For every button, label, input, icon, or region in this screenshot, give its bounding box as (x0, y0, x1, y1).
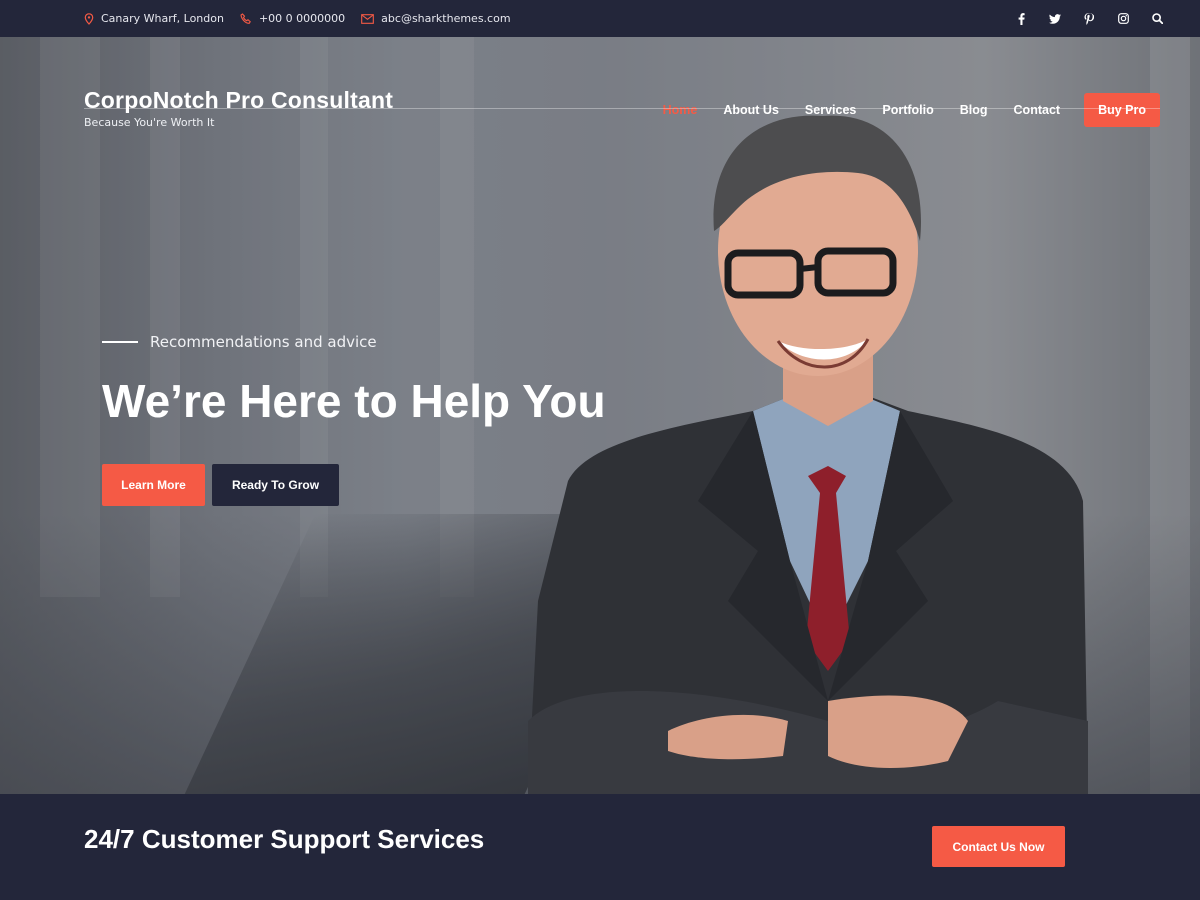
instagram-icon[interactable] (1116, 12, 1130, 26)
email-info[interactable]: abc@sharkthemes.com (361, 12, 511, 25)
phone-text: +00 0 0000000 (258, 12, 346, 25)
site-tagline: Because You're Worth It (84, 116, 215, 129)
facebook-icon[interactable] (1014, 12, 1028, 26)
nav-item-contact[interactable]: Contact (1014, 103, 1061, 117)
location-info: Canary Wharf, London (84, 12, 224, 25)
ready-to-grow-button[interactable]: Ready To Grow (212, 464, 339, 506)
social-links (1014, 12, 1164, 26)
phone-info[interactable]: +00 0 0000000 (240, 12, 345, 25)
mail-icon (361, 13, 375, 24)
buy-pro-button[interactable]: Buy Pro (1084, 93, 1160, 127)
top-bar: Canary Wharf, London +00 0 0000000 abc@s… (0, 0, 1200, 37)
businessman-image (528, 115, 1088, 794)
hero-headline: We’re Here to Help You (102, 375, 606, 427)
twitter-icon[interactable] (1048, 12, 1062, 26)
support-banner: 24/7 Customer Support Services Contact U… (0, 794, 1200, 900)
nav-item-blog[interactable]: Blog (960, 103, 988, 117)
support-title: 24/7 Customer Support Services (84, 824, 485, 854)
nav-item-portfolio[interactable]: Portfolio (882, 103, 933, 117)
location-text: Canary Wharf, London (101, 12, 224, 25)
site-title[interactable]: CorpoNotch Pro Consultant (84, 87, 393, 114)
pinterest-icon[interactable] (1082, 12, 1096, 26)
hero-eyebrow: Recommendations and advice (102, 333, 377, 351)
main-nav: Home About Us Services Portfolio Blog Co… (637, 93, 1160, 127)
nav-item-services[interactable]: Services (805, 103, 856, 117)
contact-us-now-button[interactable]: Contact Us Now (932, 826, 1065, 867)
map-pin-icon (84, 12, 94, 25)
nav-item-about-us[interactable]: About Us (723, 103, 779, 117)
search-icon[interactable] (1150, 12, 1164, 26)
header-divider (84, 108, 1160, 109)
eyebrow-line (102, 341, 138, 343)
hero-eyebrow-text: Recommendations and advice (150, 333, 377, 351)
phone-icon (240, 12, 251, 24)
nav-item-home[interactable]: Home (663, 103, 698, 117)
email-text: abc@sharkthemes.com (381, 12, 511, 25)
learn-more-button[interactable]: Learn More (102, 464, 205, 506)
